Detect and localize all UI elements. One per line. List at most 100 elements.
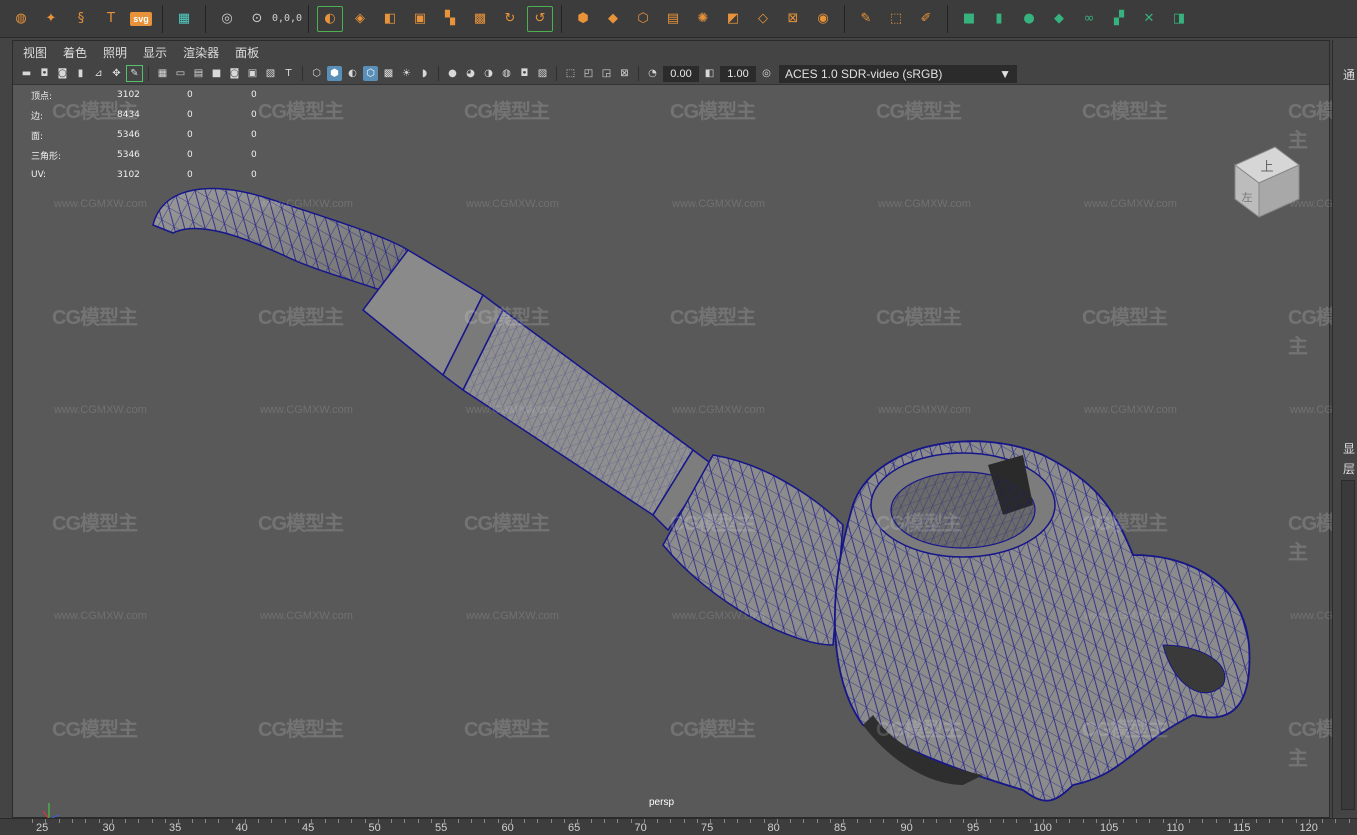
layer-icon[interactable]: ◈ (347, 6, 373, 32)
menu-panels[interactable]: 面板 (235, 44, 259, 61)
xray-joints-icon[interactable]: ⬚ (563, 66, 578, 81)
grid-small-icon[interactable]: ▩ (467, 6, 493, 32)
ruler-tick (1242, 819, 1244, 823)
viewport-scene[interactable]: 上 左 (13, 85, 1331, 819)
color-management-icon[interactable]: ◎ (759, 66, 774, 81)
cylinder-green-icon[interactable]: ▮ (986, 6, 1012, 32)
wheel-icon[interactable]: ✺ (690, 6, 716, 32)
xray-active-icon[interactable]: ◰ (581, 66, 596, 81)
sphere-icon[interactable]: ◍ (8, 6, 34, 32)
image-plane-icon[interactable]: ⊿ (91, 66, 106, 81)
frame-all-icon[interactable]: ⊠ (617, 66, 632, 81)
exposure-icon[interactable]: ◔ (645, 66, 660, 81)
exposure-field[interactable]: 0.00 (663, 65, 699, 82)
field-chart-icon[interactable]: ◙ (227, 66, 242, 81)
ruler-tick (497, 819, 499, 823)
ruler-tick (657, 819, 659, 823)
pencil-icon[interactable]: ✎ (853, 6, 879, 32)
pipe-stem[interactable] (361, 249, 715, 532)
transform-icon[interactable]: ⊠ (780, 6, 806, 32)
twist-green-icon[interactable]: ∞ (1076, 6, 1102, 32)
wireframe-on-shaded-icon[interactable]: ⬡ (363, 66, 378, 81)
subdivide-icon[interactable]: ▤ (660, 6, 686, 32)
ambient-occlusion-icon[interactable]: ● (445, 66, 460, 81)
soft-select-icon[interactable]: ◐ (317, 5, 343, 32)
frame-icon[interactable]: ⬚ (883, 6, 909, 32)
default-material-icon[interactable]: ◐ (345, 66, 360, 81)
viewcube-top-label: 上 (1260, 160, 1273, 175)
split-green-icon[interactable]: ◨ (1166, 6, 1192, 32)
rotate-select-icon[interactable]: ↺ (527, 5, 553, 32)
torus-green-icon[interactable]: ◆ (1046, 6, 1072, 32)
smooth-shade-icon[interactable]: ⬢ (327, 66, 342, 81)
safe-title-icon[interactable]: ▧ (263, 66, 278, 81)
view-cube[interactable]: 上 左 (1234, 146, 1300, 218)
checker-green-icon[interactable]: ▞ (1106, 6, 1132, 32)
measure-icon[interactable]: ◎ (214, 6, 240, 32)
isolate-select-icon[interactable]: ◘ (517, 66, 532, 81)
spiral-icon[interactable]: § (68, 6, 94, 32)
grid-toggle-icon[interactable]: ▦ (155, 66, 170, 81)
svg-button[interactable]: svg (128, 6, 154, 32)
camera-bookmark-icon[interactable]: ◙ (55, 66, 70, 81)
box-icon[interactable]: ⬡ (630, 6, 656, 32)
multisample-icon[interactable]: ◑ (481, 66, 496, 81)
gamma-icon[interactable]: ◧ (702, 66, 717, 81)
pipe-mouthpiece[interactable] (152, 187, 409, 296)
safe-title-t-icon[interactable]: T (281, 66, 296, 81)
panel-toolbar: ▬ ◘ ◙ ▮ ⊿ ✥ ✎ ▦ ▭ ▤ ■ ◙ ▣ ▧ T ⬡ ⬢ ◐ ⬡ ▩ … (13, 63, 1329, 85)
cube-green-icon[interactable]: ■ (956, 6, 982, 32)
gamma-field[interactable]: 1.00 (720, 65, 756, 82)
xray-icon[interactable]: ▨ (535, 66, 550, 81)
menu-show[interactable]: 显示 (143, 44, 167, 61)
lights-icon[interactable]: ☀ (399, 66, 414, 81)
grease-pencil-icon[interactable]: ✎ (126, 65, 143, 82)
ruler-tick (444, 819, 446, 823)
right-panel-label: 显 (1343, 442, 1356, 456)
menu-view[interactable]: 视图 (23, 44, 47, 61)
menu-shading[interactable]: 着色 (63, 44, 87, 61)
textured-icon[interactable]: ▩ (381, 66, 396, 81)
cube-split-icon[interactable]: ▣ (407, 6, 433, 32)
star-green-icon[interactable]: ✕ (1136, 6, 1162, 32)
locator-icon[interactable]: ⊙ (244, 6, 270, 32)
camera-attributes-icon[interactable]: ◘ (37, 66, 52, 81)
rotate-box-icon[interactable]: ↻ (497, 6, 523, 32)
plane-icon[interactable]: ◇ (750, 6, 776, 32)
stack-icon[interactable]: ◆ (600, 6, 626, 32)
ruler-tick (776, 819, 778, 823)
checker-icon[interactable]: ▚ (437, 6, 463, 32)
film-gate-icon[interactable]: ▭ (173, 66, 188, 81)
combine-icon[interactable]: ◧ (377, 6, 403, 32)
2d-pan-icon[interactable]: ✥ (109, 66, 124, 81)
coordinate-button[interactable]: 0,0,0 (272, 6, 302, 32)
text-icon[interactable]: T (98, 6, 124, 32)
sparkle-icon[interactable]: ✦ (38, 6, 64, 32)
backface-icon[interactable]: ◲ (599, 66, 614, 81)
shadows-icon[interactable]: ◗ (417, 66, 432, 81)
ruler-tick (191, 819, 193, 823)
sphere-green-icon[interactable]: ● (1016, 6, 1042, 32)
ruler-tick (750, 819, 752, 823)
brush-icon[interactable]: ✐ (913, 6, 939, 32)
wireframe-icon[interactable]: ⬡ (309, 66, 324, 81)
color-space-dropdown[interactable]: ACES 1.0 SDR-video (sRGB) ▼ (779, 64, 1017, 83)
motion-blur-icon[interactable]: ◕ (463, 66, 478, 81)
depth-of-field-icon[interactable]: ◍ (499, 66, 514, 81)
ball-icon[interactable]: ◉ (810, 6, 836, 32)
resolution-gate-icon[interactable]: ▤ (191, 66, 206, 81)
menu-renderer[interactable]: 渲染器 (183, 44, 219, 61)
safe-action-icon[interactable]: ▣ (245, 66, 260, 81)
bookmark-icon[interactable]: ▮ (73, 66, 88, 81)
camera-select-icon[interactable]: ▬ (19, 66, 34, 81)
timeline-ruler[interactable]: 25 30 35 40 45 50 55 60 65 70 75 80 85 90 95 100 105 110 1… (0, 818, 1357, 835)
gate-mask-icon[interactable]: ■ (209, 66, 224, 81)
cube-icon[interactable]: ⬢ (570, 6, 596, 32)
ruler-tick (1096, 819, 1097, 823)
menu-lighting[interactable]: 照明 (103, 44, 127, 61)
grid-icon[interactable]: ▦ (171, 6, 197, 32)
cut-icon[interactable]: ◩ (720, 6, 746, 32)
ruler-tick (1056, 819, 1058, 823)
scrollbar[interactable] (1341, 480, 1355, 810)
pipe-bowl[interactable] (834, 440, 1251, 802)
